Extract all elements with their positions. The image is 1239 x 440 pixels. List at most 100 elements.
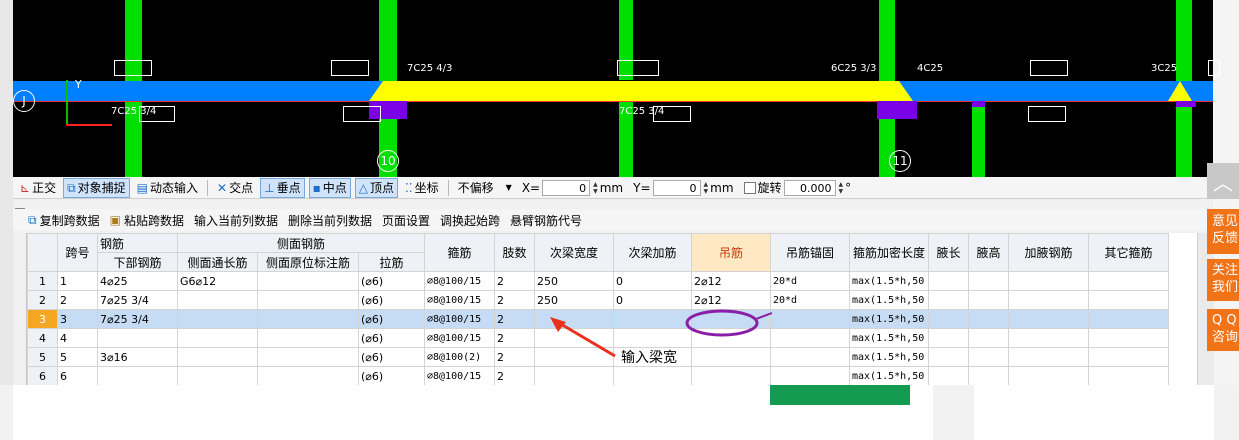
cell-bottom-rebar[interactable]: 3⌀16 — [97, 347, 178, 367]
swap-start-span-button[interactable]: 调换起始跨 — [439, 211, 501, 229]
cell-secondary-beam-width[interactable]: 250 — [534, 290, 614, 310]
cell-haunch-length[interactable] — [928, 271, 969, 291]
intersection-snap[interactable]: ✕ 交点 — [214, 179, 256, 197]
cell-hanger-anchor[interactable] — [770, 366, 850, 385]
row-number[interactable]: 2 — [27, 290, 58, 310]
cell-secondary-beam-rebar[interactable] — [613, 328, 692, 348]
cell-haunch-length[interactable] — [928, 309, 969, 329]
vertex-snap[interactable]: △ 顶点 — [354, 177, 398, 198]
cell-side-orig-rebar[interactable] — [257, 347, 359, 367]
cell-hanger[interactable] — [691, 366, 771, 385]
cell-haunch-height[interactable] — [968, 290, 1009, 310]
cell-legs[interactable]: 2 — [494, 366, 535, 385]
rotate-spinner-icon[interactable]: ▲ ▼ — [839, 181, 844, 195]
cell-span[interactable]: 5 — [57, 347, 98, 367]
cell-stirrup[interactable]: ⌀8@100/15 — [424, 271, 495, 291]
cell-other-stirrup[interactable] — [1088, 309, 1169, 329]
coordinate-snap[interactable]: ⁚⁚ 坐标 — [402, 179, 442, 197]
cell-haunch-height[interactable] — [968, 366, 1009, 385]
cell-secondary-beam-rebar[interactable]: 0 — [613, 271, 692, 291]
cell-stirrup[interactable]: ⌀8@100/15 — [424, 366, 495, 385]
cell-stirrup[interactable]: ⌀8@100(2) — [424, 347, 495, 367]
y-input[interactable]: 0 — [652, 179, 701, 196]
cell-stirrup[interactable]: ⌀8@100/15 — [424, 309, 495, 329]
dynamic-input-toggle[interactable]: ▤ 动态输入 — [134, 179, 201, 197]
cell-haunch-length[interactable] — [928, 290, 969, 310]
cell-hanger-anchor[interactable] — [770, 347, 850, 367]
cell-secondary-beam-rebar[interactable]: 0 — [613, 290, 692, 310]
cell-side-long-rebar[interactable] — [177, 328, 258, 348]
cell-span[interactable]: 1 — [57, 271, 98, 291]
row-number[interactable]: 4 — [27, 328, 58, 348]
cell-hanger-anchor[interactable] — [770, 328, 850, 348]
cell-side-orig-rebar[interactable] — [257, 290, 359, 310]
cell-side-orig-rebar[interactable] — [257, 271, 359, 291]
cell-legs[interactable]: 2 — [494, 290, 535, 310]
row-number[interactable]: 1 — [27, 271, 58, 291]
cell-secondary-beam-rebar[interactable] — [613, 309, 692, 329]
cell-haunch-height[interactable] — [968, 271, 1009, 291]
cell-bottom-rebar[interactable] — [97, 328, 178, 348]
cell-side-long-rebar[interactable] — [177, 347, 258, 367]
cell-secondary-beam-width[interactable] — [534, 366, 614, 385]
perpendicular-snap[interactable]: ⊥ 垂点 — [260, 177, 305, 198]
object-snap-toggle[interactable]: ⧉ 对象捕捉 — [63, 177, 130, 198]
x-spinner-icon[interactable]: ▲ ▼ — [593, 181, 598, 195]
rotate-input[interactable]: 0.000 — [783, 179, 836, 196]
cell-span[interactable]: 3 — [57, 309, 98, 329]
cell-stirrup-dense-length[interactable]: max(1.5*h,50 — [849, 328, 929, 348]
page-green-button[interactable] — [770, 385, 910, 405]
cell-stirrup-dense-length[interactable]: max(1.5*h,50 — [849, 290, 929, 310]
feedback-button[interactable]: 意见 反馈 — [1207, 209, 1239, 254]
table-row[interactable]: 2 2 7⌀25 3/4 (⌀6) ⌀8@100/15 2 250 0 2⌀12 20*d max(… — [27, 290, 1169, 310]
cell-legs[interactable]: 2 — [494, 271, 535, 291]
offset-dropdown[interactable]: 不偏移 ▼ — [455, 179, 515, 197]
cell-stirrup-dense-length[interactable]: max(1.5*h,50 — [849, 366, 929, 385]
cell-hanger-anchor[interactable] — [770, 309, 850, 329]
delete-column-button[interactable]: 删除当前列数据 — [287, 211, 373, 229]
cantilever-code-button[interactable]: 悬臂钢筋代号 — [509, 211, 583, 229]
row-number[interactable]: 5 — [27, 347, 58, 367]
cell-side-long-rebar[interactable] — [177, 309, 258, 329]
cell-bottom-rebar[interactable]: 7⌀25 3/4 — [97, 290, 178, 310]
cell-other-stirrup[interactable] — [1088, 271, 1169, 291]
cell-legs[interactable]: 2 — [494, 347, 535, 367]
cell-hanger[interactable] — [691, 347, 771, 367]
cell-haunch-length[interactable] — [928, 366, 969, 385]
cell-side-long-rebar[interactable] — [177, 366, 258, 385]
cell-stirrup-dense-length[interactable]: max(1.5*h,50 — [849, 309, 929, 329]
cell-side-orig-rebar[interactable] — [257, 366, 359, 385]
cell-haunch-rebar[interactable] — [1008, 271, 1089, 291]
qq-consult-button[interactable]: Q Q 咨询 — [1207, 309, 1239, 351]
cell-tie[interactable]: (⌀6) — [358, 347, 425, 367]
cell-side-long-rebar[interactable] — [177, 290, 258, 310]
cell-bottom-rebar[interactable]: 7⌀25 3/4 — [97, 309, 178, 329]
cell-secondary-beam-width[interactable]: 250 — [534, 271, 614, 291]
copy-span-button[interactable]: ⧉ 复制跨数据 — [27, 211, 101, 229]
cell-tie[interactable]: (⌀6) — [358, 328, 425, 348]
cell-span[interactable]: 2 — [57, 290, 98, 310]
input-column-button[interactable]: 输入当前列数据 — [193, 211, 279, 229]
cell-tie[interactable]: (⌀6) — [358, 309, 425, 329]
cell-other-stirrup[interactable] — [1088, 328, 1169, 348]
cell-other-stirrup[interactable] — [1088, 290, 1169, 310]
rotate-checkbox[interactable] — [743, 181, 756, 194]
page-setup-button[interactable]: 页面设置 — [381, 211, 431, 229]
cell-secondary-beam-rebar[interactable] — [613, 366, 692, 385]
follow-us-button[interactable]: 关注 我们 — [1207, 259, 1239, 301]
row-number[interactable]: 3 — [27, 309, 58, 329]
cell-stirrup[interactable]: ⌀8@100/15 — [424, 290, 495, 310]
paste-span-button[interactable]: ▣ 粘贴跨数据 — [109, 211, 185, 229]
cell-other-stirrup[interactable] — [1088, 347, 1169, 367]
cell-stirrup-dense-length[interactable]: max(1.5*h,50 — [849, 271, 929, 291]
cell-hanger[interactable]: 2⌀12 — [691, 271, 771, 291]
cell-haunch-rebar[interactable] — [1008, 366, 1089, 385]
orthogonal-toggle[interactable]: ⊾ 正交 — [17, 179, 59, 197]
table-row[interactable]: 1 1 4⌀25 G6⌀12 (⌀6) ⌀8@100/15 2 250 0 2⌀12 20*d max… — [27, 271, 1169, 291]
scroll-top-button[interactable]: ︿ — [1207, 163, 1239, 199]
cad-canvas[interactable]: 7C25 4/3 6C25 3/3 4C25 3C25 7C25 3/4 7C2… — [13, 0, 1220, 177]
cell-haunch-height[interactable] — [968, 309, 1009, 329]
cell-haunch-rebar[interactable] — [1008, 290, 1089, 310]
cell-side-orig-rebar[interactable] — [257, 328, 359, 348]
cell-haunch-height[interactable] — [968, 347, 1009, 367]
